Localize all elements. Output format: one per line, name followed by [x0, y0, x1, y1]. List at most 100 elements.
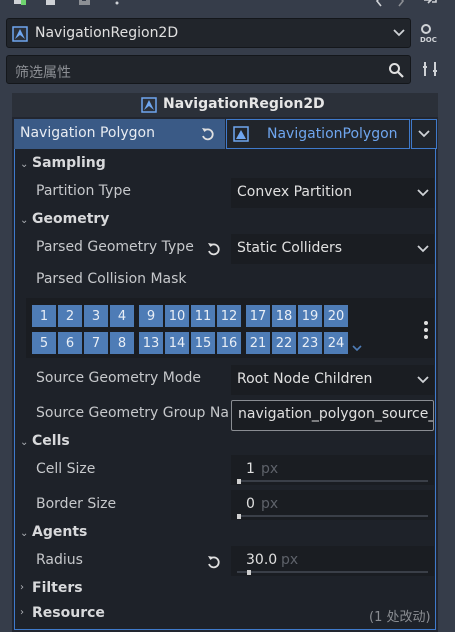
border-size-value: 0: [246, 496, 255, 512]
chevron-down-icon: [417, 127, 431, 141]
border-size-unit: px: [261, 496, 279, 512]
section-agents[interactable]: Agents: [32, 524, 87, 540]
source-geometry-mode-select[interactable]: Root Node Children: [231, 365, 434, 395]
revert-icon[interactable]: [206, 241, 222, 257]
navigation-polygon-property[interactable]: Navigation Polygon: [14, 119, 225, 149]
new-script-icon[interactable]: [12, 0, 26, 10]
revert-icon[interactable]: [200, 126, 216, 142]
svg-text:DOC: DOC: [420, 36, 437, 44]
border-size-slider-grabber[interactable]: [237, 514, 241, 519]
collision-layer-bit[interactable]: 2: [58, 305, 82, 327]
cell-size-value: 1: [246, 461, 255, 477]
section-geometry[interactable]: Geometry: [32, 211, 109, 227]
collision-layer-bit[interactable]: 5: [32, 332, 56, 354]
sort-options-icon[interactable]: [420, 59, 440, 79]
partition-type-select[interactable]: Convex Partition: [231, 178, 434, 208]
radius-value: 30.0: [246, 552, 278, 568]
cell-size-slider-track[interactable]: [237, 480, 428, 482]
cell-size-label: Cell Size: [36, 461, 96, 477]
cell-size-unit: px: [261, 461, 279, 477]
collision-layer-bit[interactable]: 22: [272, 332, 296, 354]
source-geometry-mode-label: Source Geometry Mode: [36, 370, 201, 386]
navigation-polygon-icon: [233, 126, 249, 142]
chevron-down-icon: [392, 26, 406, 40]
collision-layer-bit[interactable]: 10: [165, 305, 189, 327]
cell-size-spinbox[interactable]: 1 px: [231, 455, 434, 485]
collision-layer-bit[interactable]: 7: [84, 332, 108, 354]
more-icon[interactable]: [420, 320, 432, 340]
collapse-chevron-icon[interactable]: ⌄: [20, 437, 28, 448]
object-title: NavigationRegion2D: [163, 96, 325, 112]
radius-unit: px: [281, 552, 299, 568]
collision-layer-bit[interactable]: 24: [324, 332, 348, 354]
collision-layer-bit[interactable]: 12: [217, 305, 241, 327]
chevron-down-icon: [416, 370, 430, 390]
source-geometry-group-label: Source Geometry Group Na: [36, 405, 229, 421]
object-header: NavigationRegion2D: [12, 93, 438, 117]
expand-chevron-icon[interactable]: ›: [20, 607, 24, 618]
revert-icon[interactable]: [206, 554, 222, 570]
collision-layer-bit[interactable]: 16: [217, 332, 241, 354]
border-size-spinbox[interactable]: 0 px: [231, 490, 434, 520]
cell-size-slider-grabber[interactable]: [237, 479, 241, 484]
chevron-down-icon: [416, 183, 430, 203]
section-filters[interactable]: Filters: [32, 580, 83, 596]
collision-layer-bit[interactable]: 13: [139, 332, 163, 354]
radius-spinbox[interactable]: 30.0 px: [231, 546, 434, 576]
collision-layer-bit[interactable]: 15: [191, 332, 215, 354]
save-icon[interactable]: [78, 0, 92, 10]
source-geometry-mode-value: Root Node Children: [237, 371, 373, 387]
parsed-geometry-type-select[interactable]: Static Colliders: [231, 234, 434, 264]
navigation-polygon-resource-picker[interactable]: NavigationPolygon: [226, 119, 410, 149]
section-cells[interactable]: Cells: [32, 433, 70, 449]
radius-slider-grabber[interactable]: [246, 570, 251, 575]
collision-layer-bit[interactable]: 11: [191, 305, 215, 327]
collision-layer-bit[interactable]: 21: [246, 332, 270, 354]
collision-layer-bit[interactable]: 18: [272, 305, 296, 327]
section-resource[interactable]: Resource: [32, 605, 105, 621]
back-icon[interactable]: [372, 0, 386, 10]
navigation-region-icon: [12, 26, 28, 42]
resource-changes-count: (1 处改动): [369, 610, 431, 625]
collision-layer-bit[interactable]: 6: [58, 332, 82, 354]
navigation-region-icon: [141, 97, 157, 113]
source-geometry-group-input[interactable]: navigation_polygon_source_: [231, 400, 434, 431]
collision-layer-bit[interactable]: 1: [32, 305, 56, 327]
parsed-collision-mask-label: Parsed Collision Mask: [36, 271, 187, 287]
doc-icon[interactable]: DOC: [419, 22, 441, 44]
more-icon[interactable]: [110, 0, 124, 10]
parsed-geometry-type-label: Parsed Geometry Type: [36, 239, 194, 255]
collision-layer-bit[interactable]: 8: [110, 332, 134, 354]
history-icon[interactable]: [422, 0, 438, 10]
filter-properties-input[interactable]: 筛选属性: [6, 55, 411, 84]
chevron-down-icon: [416, 239, 430, 259]
node-selector[interactable]: NavigationRegion2D: [6, 18, 411, 48]
radius-slider-track[interactable]: [237, 571, 428, 573]
expand-chevron-icon[interactable]: ›: [20, 582, 24, 593]
collision-layer-bit[interactable]: 19: [298, 305, 322, 327]
collapse-chevron-icon[interactable]: ⌄: [20, 159, 28, 170]
inspector-toolbar: [0, 0, 455, 12]
partition-type-value: Convex Partition: [237, 184, 352, 200]
collision-layer-bit[interactable]: 17: [246, 305, 270, 327]
resource-value: NavigationPolygon: [267, 126, 398, 142]
collision-layer-bit[interactable]: 9: [139, 305, 163, 327]
filter-placeholder: 筛选属性: [15, 65, 71, 81]
collision-layer-bit[interactable]: 14: [165, 332, 189, 354]
collapse-chevron-icon[interactable]: ⌄: [20, 528, 28, 539]
chevron-down-icon[interactable]: [351, 343, 363, 353]
border-size-slider-track[interactable]: [237, 515, 428, 517]
collision-layer-bit[interactable]: 20: [324, 305, 348, 327]
collision-layer-bit[interactable]: 4: [110, 305, 134, 327]
collision-layer-bit[interactable]: 3: [84, 305, 108, 327]
property-label: Navigation Polygon: [20, 125, 155, 141]
parsed-geometry-type-value: Static Colliders: [237, 240, 343, 256]
collapse-chevron-icon[interactable]: ⌄: [20, 215, 28, 226]
border-size-label: Border Size: [36, 496, 117, 512]
forward-icon[interactable]: [394, 0, 408, 10]
section-sampling[interactable]: Sampling: [32, 155, 106, 171]
node-selector-value: NavigationRegion2D: [35, 25, 179, 41]
collision-layer-bit[interactable]: 23: [298, 332, 322, 354]
copy-icon[interactable]: [44, 0, 58, 10]
resource-dropdown-button[interactable]: [411, 119, 437, 149]
